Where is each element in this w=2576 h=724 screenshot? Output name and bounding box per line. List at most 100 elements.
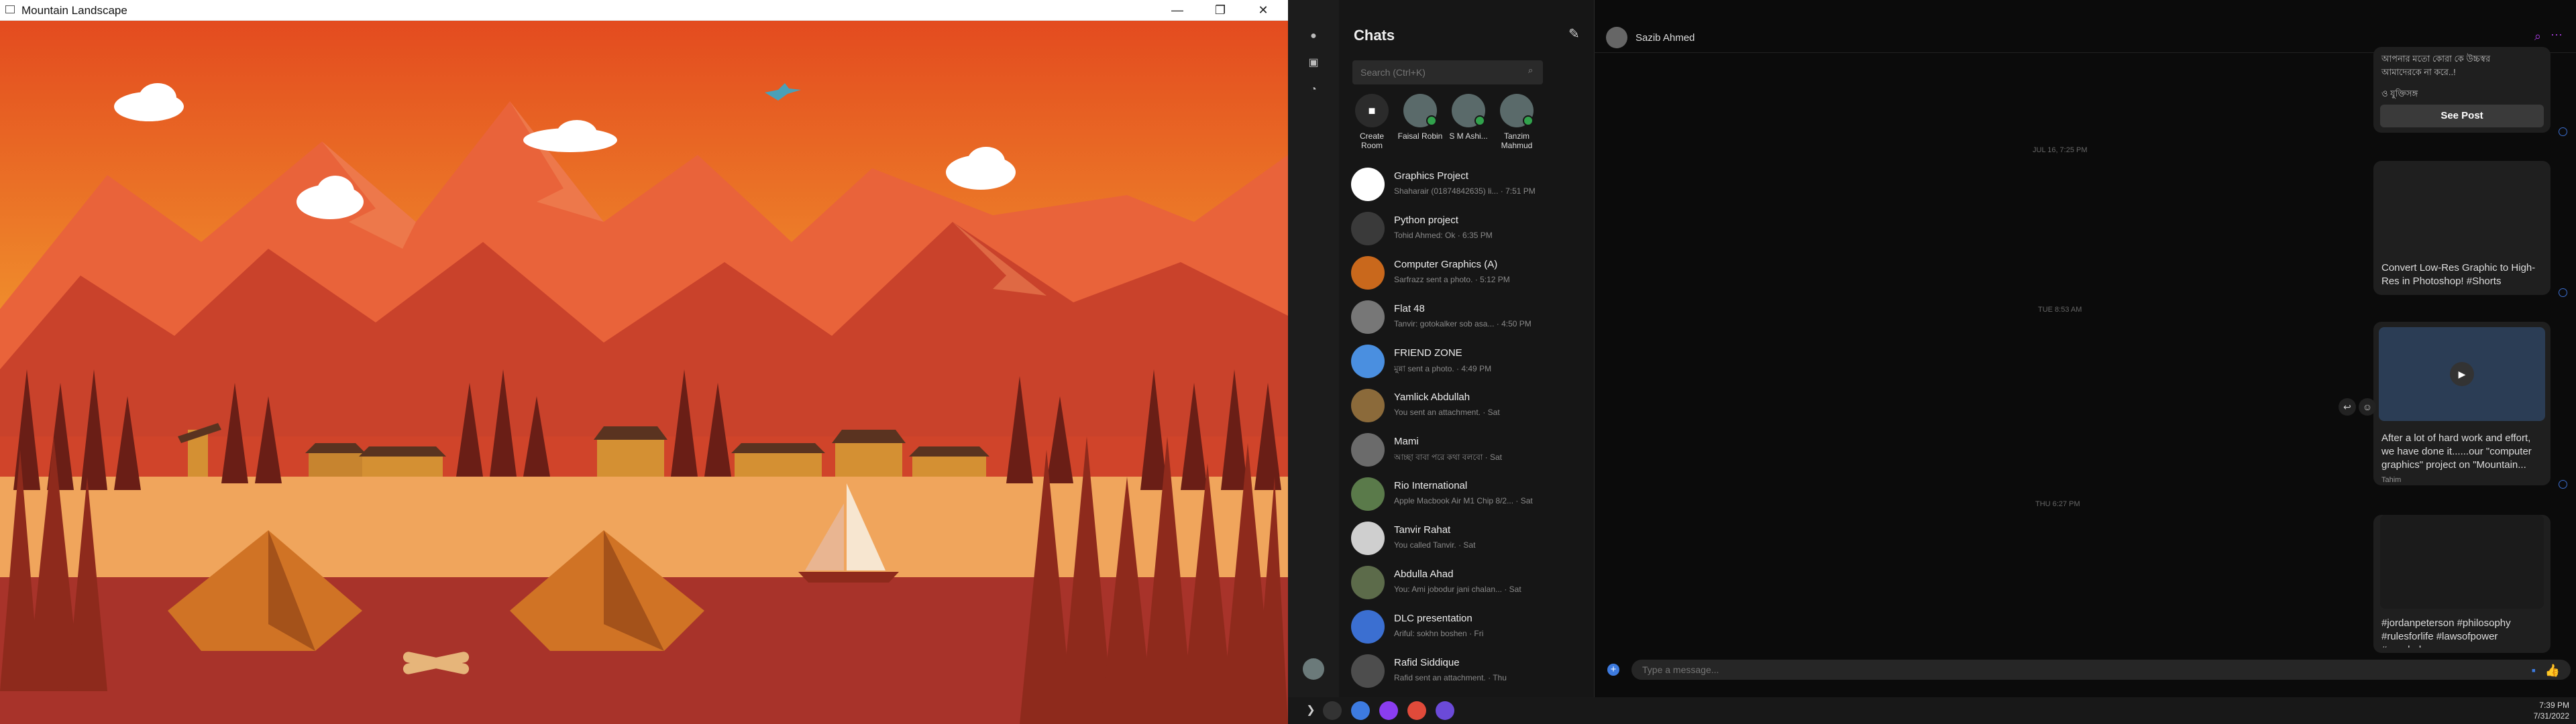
story-contact[interactable]: Faisal Robin bbox=[1397, 94, 1444, 141]
reply-icon[interactable]: ↩ bbox=[2339, 398, 2356, 416]
sticker-icon[interactable]: ▪ bbox=[2532, 664, 2536, 678]
video-thumbnail[interactable] bbox=[2380, 515, 2544, 609]
timestamp: THU 6:27 PM bbox=[2035, 500, 2080, 508]
chat-list-item[interactable]: Flat 48 Tanvir: gotokalker sob asa... · 4… bbox=[1339, 294, 1594, 338]
story-name: Tanzim Mahmud bbox=[1501, 131, 1533, 150]
stories-row: ■ Create Room Faisal Robin S M Ashi... T… bbox=[1348, 94, 1587, 161]
window-title: Mountain Landscape bbox=[21, 4, 127, 17]
story-create-room[interactable]: ■ Create Room bbox=[1348, 94, 1395, 150]
avatar bbox=[1351, 168, 1385, 201]
chat-list-item[interactable]: FRIEND ZONE মুন্না sent a photo. · 4:49 P… bbox=[1339, 338, 1594, 382]
chat-list-item[interactable]: Python project Tohid Ahmed: Ok · 6:35 PM bbox=[1339, 205, 1594, 249]
chat-name: Computer Graphics (A) bbox=[1394, 259, 1498, 270]
video-caption: After a lot of hard work and effort, we … bbox=[2381, 432, 2532, 471]
story-contact[interactable]: Tanzim Mahmud bbox=[1493, 94, 1540, 150]
react-icon[interactable]: ☺ bbox=[2359, 398, 2376, 416]
chat-list-item[interactable]: Yamlick Abdullah You sent an attachment. … bbox=[1339, 382, 1594, 426]
video-caption: #jordanpeterson #philosophy #rulesforlif… bbox=[2381, 617, 2511, 648]
message-input[interactable] bbox=[1631, 660, 2571, 680]
avatar bbox=[1351, 345, 1385, 378]
chat-name: DLC presentation bbox=[1394, 613, 1472, 624]
seen-indicator bbox=[2559, 480, 2567, 489]
minimize-button[interactable]: — bbox=[1158, 0, 1197, 20]
avatar bbox=[1403, 94, 1437, 127]
chats-icon[interactable]: ● bbox=[1304, 27, 1323, 46]
see-post-button[interactable]: See Post bbox=[2380, 105, 2544, 127]
chevron-icon[interactable]: ❯ bbox=[1301, 701, 1320, 720]
profile-avatar[interactable] bbox=[1303, 658, 1324, 680]
shared-video-card[interactable]: ▶ After a lot of hard work and effort, w… bbox=[2373, 322, 2551, 485]
chat-name: Rafid Siddique bbox=[1394, 657, 1460, 668]
shared-video-card[interactable]: #jordanpeterson #philosophy #rulesforlif… bbox=[2373, 515, 2551, 653]
timestamp: JUL 16, 7:25 PM bbox=[2033, 146, 2088, 154]
chat-list-item[interactable]: Mami আচ্ছা বাবা পরে কথা বলবো · Sat bbox=[1339, 426, 1594, 471]
messenger-icon[interactable] bbox=[1379, 701, 1398, 720]
avatar[interactable] bbox=[1606, 27, 1627, 48]
post-text: ও যুক্তিসঙ্গ bbox=[2381, 88, 2418, 99]
online-indicator bbox=[1474, 115, 1485, 126]
chat-list-item[interactable]: Rio International Apple Macbook Air M1 Ch… bbox=[1339, 471, 1594, 515]
search-input[interactable] bbox=[1352, 60, 1543, 84]
avatar bbox=[1351, 433, 1385, 467]
chat-name: Rio International bbox=[1394, 480, 1468, 491]
maximize-button[interactable]: ❐ bbox=[1201, 0, 1240, 20]
avatar bbox=[1351, 477, 1385, 511]
plus-icon[interactable]: + bbox=[1607, 664, 1619, 676]
chat-list-item[interactable]: Tanvir Rahat You called Tanvir. · Sat bbox=[1339, 515, 1594, 559]
conversation-header: Sazib Ahmed ⌕ ⋯ bbox=[1594, 0, 2576, 53]
avatar bbox=[1351, 300, 1385, 334]
compose-icon[interactable]: ✎ bbox=[1568, 27, 1583, 42]
chat-name: Graphics Project bbox=[1394, 170, 1468, 182]
chat-preview: Ariful: sokhn boshen · Fri bbox=[1394, 629, 1484, 638]
conversation-name[interactable]: Sazib Ahmed bbox=[1635, 32, 1695, 44]
messenger-app: ● ▣ ◔ Chats ✎ ⌕ ■ Create Room Faisal Rob… bbox=[1288, 0, 2576, 697]
chat-preview: Rafid sent an attachment. · Thu bbox=[1394, 673, 1507, 682]
chat-list-item[interactable]: Computer Graphics (A) Sarfrazz sent a pho… bbox=[1339, 249, 1594, 294]
app-icon bbox=[5, 5, 15, 13]
avatar bbox=[1452, 94, 1485, 127]
close-button[interactable]: ✕ bbox=[1244, 0, 1283, 20]
avatar bbox=[1351, 610, 1385, 644]
chat-list-item[interactable]: DLC presentation Ariful: sokhn boshen · F… bbox=[1339, 603, 1594, 648]
video-source: Tahim bbox=[2381, 476, 2402, 484]
timestamp: TUE 8:53 AM bbox=[2038, 306, 2082, 314]
online-indicator bbox=[1426, 115, 1437, 126]
chat-name: Tanvir Rahat bbox=[1394, 524, 1451, 536]
shared-post-card[interactable]: আপনার মতো কোরা কে উচ্চস্বর আমাদেরকে না ক… bbox=[2373, 47, 2551, 133]
file-explorer-icon[interactable] bbox=[1323, 701, 1342, 720]
story-name: S M Ashi... bbox=[1449, 131, 1488, 141]
story-name: Faisal Robin bbox=[1397, 131, 1443, 141]
chat-list-item[interactable]: Graphics Project Shaharair (01874842635) … bbox=[1339, 161, 1594, 205]
chat-preview: You called Tanvir. · Sat bbox=[1394, 540, 1476, 550]
avatar bbox=[1351, 212, 1385, 245]
discord-icon[interactable] bbox=[1436, 701, 1454, 720]
chat-preview: Shaharair (01874842635) li... · 7:51 PM bbox=[1394, 186, 1536, 196]
mountain-scene bbox=[0, 21, 1288, 724]
system-clock[interactable]: 7:39 PM 7/31/2022 bbox=[2534, 700, 2569, 721]
avatar bbox=[1351, 256, 1385, 290]
chat-list-item[interactable]: Rafid Siddique Rafid sent an attachment. … bbox=[1339, 648, 1594, 692]
chats-panel: Chats ✎ ⌕ ■ Create Room Faisal Robin S M… bbox=[1339, 0, 1595, 697]
chrome-icon[interactable] bbox=[1407, 701, 1426, 720]
chat-name: Abdulla Ahad bbox=[1394, 568, 1454, 580]
seen-indicator bbox=[2559, 288, 2567, 297]
story-contact[interactable]: S M Ashi... bbox=[1445, 94, 1492, 141]
more-icon[interactable]: ⋯ bbox=[2551, 28, 2563, 42]
search-icon[interactable]: ⌕ bbox=[2534, 29, 2541, 44]
chat-preview: আচ্ছা বাবা পরে কথা বলবো · Sat bbox=[1394, 452, 1502, 462]
clock-time: 7:39 PM bbox=[2539, 701, 2569, 710]
chat-preview: Tohid Ahmed: Ok · 6:35 PM bbox=[1394, 231, 1493, 240]
search-icon: ⌕ bbox=[1528, 65, 1534, 75]
seen-indicator bbox=[2559, 127, 2567, 136]
chat-list-item[interactable]: Abdulla Ahad You: Ami jobodur jani chalan… bbox=[1339, 559, 1594, 603]
video-thumbnail[interactable]: ▶ bbox=[2379, 327, 2545, 421]
play-icon[interactable]: ▶ bbox=[2450, 362, 2474, 386]
requests-icon[interactable]: ◔ bbox=[1304, 80, 1323, 99]
thumbs-up-icon[interactable]: 👍 bbox=[2545, 664, 2560, 678]
chat-preview: You sent an attachment. · Sat bbox=[1394, 408, 1500, 417]
chat-preview: Sarfrazz sent a photo. · 5:12 PM bbox=[1394, 275, 1510, 284]
edge-icon[interactable] bbox=[1351, 701, 1370, 720]
shared-video-card[interactable]: Convert Low-Res Graphic to High-Res in P… bbox=[2373, 161, 2551, 295]
chat-name: Flat 48 bbox=[1394, 303, 1425, 314]
marketplace-icon[interactable]: ▣ bbox=[1304, 54, 1323, 72]
